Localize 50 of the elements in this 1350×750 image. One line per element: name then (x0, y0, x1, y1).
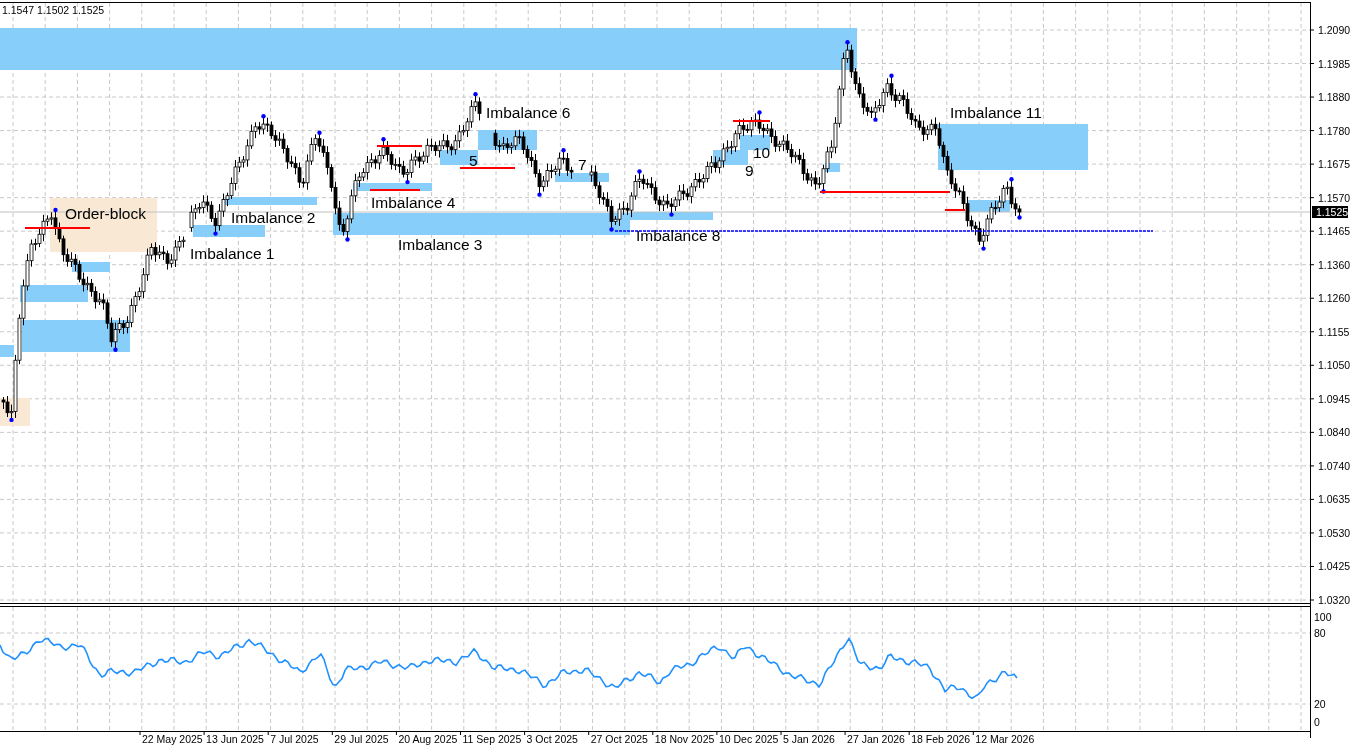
price-axis-label: 1.0740 (1318, 459, 1350, 472)
date-label: 29 Jul 2025 (334, 733, 389, 745)
date-label: 7 Jul 2025 (270, 733, 319, 745)
ohlc-readout: 1.1547 1.1502 1.1525 (2, 4, 105, 16)
price-axis-label: 1.2090 (1318, 24, 1350, 36)
date-label: 27 Jan 2026 (847, 733, 905, 745)
date-label: 10 Dec 2025 (718, 733, 779, 745)
price-axis-label: 1.0425 (1318, 560, 1350, 573)
price-axis-label: 1.0840 (1318, 426, 1350, 439)
zone-label: Imbalance 4 (371, 194, 456, 211)
oscillator-axis-label: 100 (1314, 611, 1332, 623)
zone-label: 10 (753, 144, 771, 161)
zone-label: 7 (578, 156, 587, 173)
oscillator-axis-label: 80 (1314, 627, 1326, 639)
date-label: 13 Jun 2025 (206, 733, 264, 745)
zone-label: Imbalance 1 (190, 245, 275, 262)
zone-label: Imbalance 6 (486, 104, 571, 121)
date-label: 22 May 2025 (142, 733, 203, 745)
oscillator-axis-label: 20 (1314, 698, 1326, 710)
date-label: 3 Oct 2025 (526, 733, 578, 745)
price-axis-label: 1.1880 (1318, 91, 1350, 104)
date-label: 18 Feb 2026 (911, 733, 971, 745)
price-axis-label: 1.0320 (1318, 594, 1350, 606)
price-axis-label: 1.1260 (1318, 292, 1350, 305)
price-axis-label: 1.1155 (1318, 325, 1350, 338)
price-axis-label: 1.1780 (1318, 124, 1350, 137)
price-axis-label: 1.1465 (1318, 225, 1350, 238)
zone-label: Imbalance 2 (231, 209, 316, 226)
date-label: 11 Sep 2025 (462, 733, 522, 745)
date-label: 12 Mar 2026 (975, 733, 1035, 745)
date-label: 18 Nov 2025 (654, 733, 715, 745)
date-label: 20 Aug 2025 (398, 733, 458, 745)
date-label: 5 Jan 2026 (783, 733, 835, 745)
price-axis-label: 1.1050 (1318, 359, 1350, 372)
date-label: 27 Oct 2025 (590, 733, 648, 745)
price-axis-label: 1.0635 (1318, 493, 1350, 506)
zone-label: Order-block (65, 205, 146, 222)
zone-label: 9 (745, 162, 754, 179)
price-axis-label: 1.1675 (1318, 158, 1350, 171)
price-axis-label: 1.0530 (1318, 526, 1350, 539)
price-axis-label: 1.1360 (1318, 258, 1350, 271)
price-axis-label: 1.1985 (1318, 57, 1350, 70)
price-axis-label: 1.0945 (1318, 392, 1350, 405)
price-axis-label: 1.1570 (1318, 191, 1350, 204)
zone-label: Imbalance 8 (636, 227, 721, 244)
zone-label: Imbalance 3 (398, 236, 483, 253)
zone-label: Imbalance 11 (950, 104, 1042, 121)
oscillator-axis-label: 0 (1314, 716, 1320, 728)
current-price-label: 1.1525 (1312, 206, 1349, 218)
zone-label: 5 (469, 152, 478, 169)
